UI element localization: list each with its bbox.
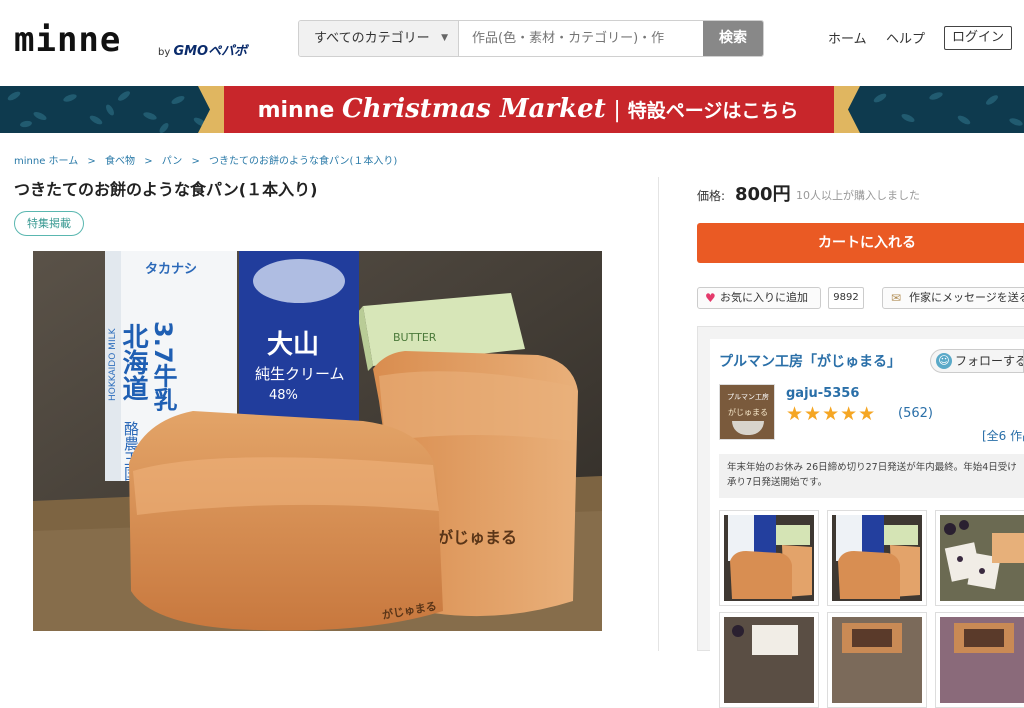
thumbnail-image (832, 515, 922, 601)
shop-avatar[interactable]: プルマン工房 がじゅまる (719, 384, 775, 440)
banner-leaf-pattern-right (873, 92, 1023, 126)
avatar-bowl-illustration (732, 421, 764, 435)
message-creator-label: 作家にメッセージを送る (909, 291, 1024, 304)
purchase-count-note: 10人以上が購入しました (796, 189, 920, 202)
price-label: 価格: (697, 189, 726, 203)
shop-item-thumbnail[interactable] (935, 612, 1024, 708)
add-favorite-label: お気に入りに追加 (720, 291, 808, 304)
thumbnail-image (832, 617, 922, 703)
gmo-brand: GMOペパボ (173, 44, 248, 59)
nav-home-link[interactable]: ホーム (828, 28, 867, 47)
banner-script: Christmas Market (341, 94, 606, 124)
breadcrumb-bread[interactable]: パン (162, 156, 183, 167)
milk-brand-text: タカナシ (145, 262, 197, 277)
search-category-select[interactable]: すべてのカテゴリー ▼ (299, 21, 459, 56)
breadcrumb-separator: > (144, 156, 153, 167)
banner-divider: | (613, 98, 628, 123)
avatar-name-text: がじゅまる (728, 408, 768, 417)
site-header: minne by GMOペパボ すべてのカテゴリー ▼ 検索 ホーム ヘルプ ロ… (0, 0, 1024, 86)
breadcrumb-current[interactable]: つきたてのお餅のような食パン(１本入り) (209, 156, 397, 167)
add-to-cart-button[interactable]: カートに入れる (697, 223, 1024, 263)
follow-button[interactable]: ☺ フォローする (930, 349, 1024, 373)
shop-item-thumbnail[interactable] (719, 612, 819, 708)
search-bar: すべてのカテゴリー ▼ 検索 (298, 20, 764, 57)
product-photo[interactable]: BUTTER HOKKAIDO MILK タカナシ 北海道 3.7牛乳 酪農王国… (33, 251, 602, 631)
featured-badge[interactable]: 特集掲載 (14, 211, 84, 236)
christmas-market-banner[interactable]: minne Christmas Market | 特設ページはこちら (0, 86, 1024, 133)
add-favorite-button[interactable]: ♥ お気に入りに追加 (697, 287, 821, 309)
search-category-label: すべてのカテゴリー (314, 31, 430, 46)
logo-byline: by GMOペパボ (158, 40, 247, 59)
bread-stamp-text: がじゅまる (437, 528, 517, 547)
rating-count-link[interactable]: (562) (898, 406, 933, 421)
thumbnail-image (724, 515, 814, 601)
shop-item-thumbnail[interactable] (827, 510, 927, 606)
favorite-count: 9892 (828, 287, 864, 309)
product-photo-illustration: BUTTER HOKKAIDO MILK タカナシ 北海道 3.7牛乳 酪農王国… (33, 251, 602, 631)
banner-leaf-pattern-left (7, 91, 207, 133)
banner-subtitle: 特設ページはこちら (627, 100, 799, 122)
column-divider (658, 177, 659, 651)
cream-brand-text: 大山 (267, 330, 319, 360)
milk-name-text: 北海道 (118, 323, 148, 401)
butter-label: BUTTER (393, 331, 437, 344)
breadcrumb-separator: > (191, 156, 200, 167)
shop-item-thumbnail[interactable] (827, 612, 927, 708)
milk-name-text-2: 3.7牛乳 (149, 321, 177, 413)
cream-name-text: 純生クリーム (255, 365, 345, 383)
all-items-link[interactable]: [全6 作品 (982, 427, 1024, 444)
rating-stars: ★★★★★ (786, 403, 877, 425)
shop-item-thumbnail[interactable] (935, 510, 1024, 606)
message-creator-button[interactable]: ✉ 作家にメッセージを送る (882, 287, 1024, 309)
breadcrumb: minne ホーム > 食べ物 > パン > つきたてのお餅のような食パン(１本… (14, 152, 403, 167)
breadcrumb-separator: > (87, 156, 96, 167)
minne-logo[interactable]: minne (14, 20, 121, 60)
thumbnail-image (940, 617, 1024, 703)
thumbnail-image (724, 617, 814, 703)
envelope-icon: ✉ (891, 291, 902, 305)
shop-item-thumbnail[interactable] (719, 510, 819, 606)
cream-pct-text: 48% (269, 388, 298, 403)
shop-name-link[interactable]: プルマン工房「がじゅまる」 (719, 351, 901, 371)
breadcrumb-home[interactable]: minne ホーム (14, 156, 78, 167)
thumbnail-image (940, 515, 1024, 601)
nav-help-link[interactable]: ヘルプ (886, 28, 925, 47)
smile-icon: ☺ (936, 353, 952, 369)
chevron-down-icon: ▼ (441, 33, 448, 43)
shop-notice: 年末年始のお休み 26日締め切り27日発送が年内最終。年始4日受け承り7日発送開… (719, 454, 1024, 498)
banner-title: minne Christmas Market | 特設ページはこちら (218, 86, 838, 133)
banner-brand: minne (257, 98, 335, 123)
login-button[interactable]: ログイン (944, 26, 1012, 50)
search-input[interactable] (459, 21, 705, 56)
breadcrumb-food[interactable]: 食べ物 (105, 156, 135, 167)
page-title: つきたてのお餅のような食パン(１本入り) (14, 180, 318, 199)
milk-side-text: HOKKAIDO MILK (108, 327, 118, 401)
shop-id-link[interactable]: gaju-5356 (786, 386, 859, 401)
price-value: 800円 (735, 184, 791, 205)
follow-label: フォローする (955, 354, 1024, 368)
heart-icon: ♥ (705, 291, 716, 305)
logo-by-text: by (158, 47, 171, 58)
search-button[interactable]: 検索 (703, 21, 763, 56)
avatar-top-text: プルマン工房 (727, 393, 769, 401)
